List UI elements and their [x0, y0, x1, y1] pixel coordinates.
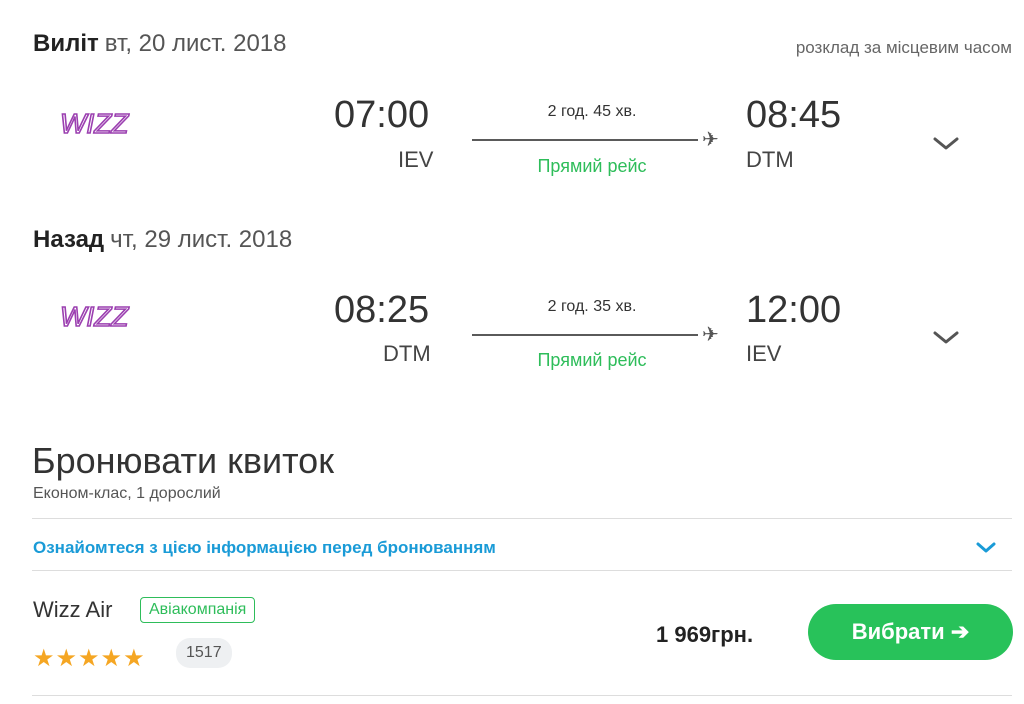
- chevron-down-icon[interactable]: [931, 133, 961, 153]
- outbound-date: вт, 20 лист. 2018: [104, 30, 287, 57]
- return-arr-code: IEV: [746, 341, 782, 366]
- outbound-direct: Прямий рейс: [537, 156, 647, 176]
- outbound-dep-code: IEV: [398, 147, 434, 172]
- return-arr-time: 12:00: [746, 289, 842, 331]
- return-route-line: [472, 334, 698, 336]
- booking-title: Бронювати квиток: [32, 440, 334, 481]
- chevron-down-icon[interactable]: [974, 540, 998, 556]
- select-button[interactable]: Вибрати ➔: [808, 604, 1013, 660]
- star-icon: ★: [33, 645, 56, 672]
- divider: [32, 570, 1012, 571]
- divider: [32, 518, 1012, 519]
- wizz-logo: WIZZ: [59, 107, 130, 140]
- booking-subtitle: Економ-клас, 1 дорослий: [33, 485, 221, 502]
- return-header: Назад чт, 29 лист. 2018: [33, 226, 292, 254]
- airline-badge: Авіакомпанія: [140, 597, 256, 623]
- star-icon: ★: [78, 645, 101, 672]
- outbound-arr-code: DTM: [746, 147, 794, 172]
- wizz-logo-text: WIZZ: [60, 301, 129, 332]
- star-icon: ★: [100, 645, 124, 672]
- price: 1 969грн.: [656, 622, 754, 647]
- booking-info-link[interactable]: Ознайомтеся з цією інформацією перед бро…: [33, 538, 496, 558]
- outbound-header: Виліт вт, 20 лист. 2018: [33, 30, 287, 58]
- plane-icon: ✈: [702, 324, 719, 346]
- outbound-route-line: [472, 139, 698, 141]
- local-time-note: розклад за місцевим часом: [795, 38, 1012, 57]
- divider: [32, 695, 1012, 696]
- outbound-duration: 2 год. 45 хв.: [547, 103, 637, 120]
- return-dep-code: DTM: [383, 341, 431, 366]
- rating-stars: ★★★★★: [33, 644, 146, 673]
- airline-name: Wizz Air: [33, 597, 113, 622]
- outbound-dep-time: 07:00: [334, 94, 430, 136]
- return-direct: Прямий рейс: [537, 350, 647, 370]
- outbound-arr-time: 08:45: [746, 94, 842, 136]
- wizz-logo-text: WIZZ: [60, 108, 129, 139]
- reviews-count[interactable]: 1517: [176, 638, 232, 668]
- return-duration: 2 год. 35 хв.: [547, 298, 637, 315]
- chevron-down-icon[interactable]: [931, 327, 961, 347]
- wizz-logo: WIZZ: [59, 300, 130, 333]
- plane-icon: ✈: [702, 129, 719, 151]
- return-dep-time: 08:25: [334, 289, 430, 331]
- return-date: чт, 29 лист. 2018: [110, 226, 293, 253]
- return-label: Назад: [33, 226, 105, 253]
- outbound-label: Виліт: [33, 30, 99, 57]
- star-icon: ★: [123, 645, 146, 672]
- star-icon: ★: [55, 645, 79, 672]
